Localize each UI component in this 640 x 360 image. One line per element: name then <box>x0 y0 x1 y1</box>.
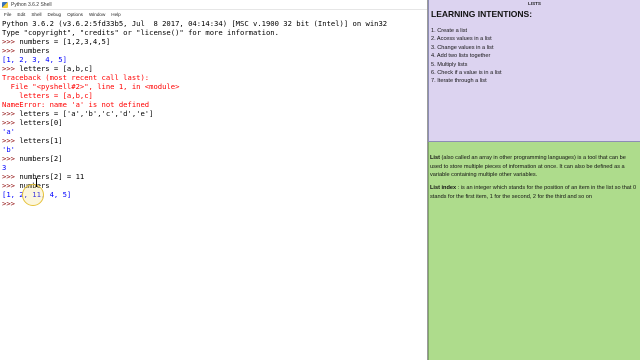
window-title: Python 3.6.2 Shell <box>11 1 52 8</box>
shell-input: letters[1] <box>19 136 63 145</box>
shell-prompt: >>> <box>2 109 20 118</box>
python-icon <box>2 1 8 8</box>
shell-prompt: >>> <box>2 37 20 46</box>
shell-line: >>> letters = [a,b,c] <box>2 64 428 73</box>
shell-line: Traceback (most recent call last): <box>2 73 428 82</box>
python-shell-window: Python 3.6.2 Shell File Edit Shell Debug… <box>0 0 428 360</box>
shell-line: >>> <box>2 199 428 208</box>
shell-input: letters = ['a','b','c','d','e'] <box>19 109 154 118</box>
shell-output: Type "copyright", "credits" or "license(… <box>2 28 279 37</box>
objective-item: 2. Access values in a list <box>431 36 492 43</box>
shell-output: [1, 2, 3, 4, 5] <box>2 55 67 64</box>
shell-prompt: >>> <box>2 64 20 73</box>
shell-output: 3 <box>2 163 7 172</box>
menu-help[interactable]: Help <box>111 12 120 17</box>
objectives-list: 1. Create a list 2. Access values in a l… <box>431 27 636 86</box>
shell-line: >>> letters[0] <box>2 118 428 127</box>
topic-title: LISTS <box>527 1 542 6</box>
title-bar: Python 3.6.2 Shell <box>0 0 427 10</box>
shell-line: >>> numbers <box>2 181 428 190</box>
objective-item: 3. Change values in a list <box>431 44 494 51</box>
shell-error: letters = [a,b,c] <box>2 91 93 100</box>
objective-item: 5. Multiply lists <box>431 61 468 68</box>
shell-line: >>> letters[1] <box>2 136 428 145</box>
shell-prompt: >>> <box>2 136 20 145</box>
shell-line: 'a' <box>2 127 428 136</box>
shell-prompt: >>> <box>2 154 20 163</box>
objective-item: 1. Create a list <box>431 28 468 34</box>
menu-window[interactable]: Window <box>89 12 105 17</box>
list-definition-text: (also called an array in other programmi… <box>430 155 626 179</box>
shell-line: NameError: name 'a' is not defined <box>2 100 428 109</box>
list-index-term: List index <box>430 185 457 191</box>
menu-shell[interactable]: Shell <box>31 12 41 17</box>
text-cursor-icon <box>36 178 37 187</box>
list-definition: List (also called an array in other prog… <box>430 154 638 180</box>
objective-item: 4. Add two lists together <box>431 53 491 60</box>
shell-line: >>> numbers <box>2 46 428 55</box>
shell-input: letters[0] <box>19 118 63 127</box>
shell-line: 'b' <box>2 145 428 154</box>
shell-output: 'a' <box>2 127 15 136</box>
shell-line: >>> letters = ['a','b','c','d','e'] <box>2 109 428 118</box>
shell-input: numbers <box>19 46 50 55</box>
shell-line: [1, 2, 11, 4, 5] <box>2 190 428 199</box>
shell-output: 'b' <box>2 145 15 154</box>
shell-prompt: >>> <box>2 46 20 55</box>
definitions-box: List (also called an array in other prog… <box>428 142 640 360</box>
menu-file[interactable]: File <box>4 12 11 17</box>
shell-prompt: >>> <box>2 172 20 181</box>
shell-line: 3 <box>2 163 428 172</box>
mouse-highlight-icon <box>22 184 44 206</box>
list-index-definition-text: : is an integer which stands for the pos… <box>430 185 637 200</box>
shell-input: letters = [a,b,c] <box>19 64 93 73</box>
shell-prompt: >>> <box>2 199 20 208</box>
shell-error: Traceback (most recent call last): <box>2 73 150 82</box>
shell-line: >>> numbers = [1,2,3,4,5] <box>2 37 428 46</box>
menu-edit[interactable]: Edit <box>17 12 25 17</box>
shell-prompt: >>> <box>2 118 20 127</box>
shell-prompt: >>> <box>2 181 20 190</box>
shell-input: numbers = [1,2,3,4,5] <box>19 37 111 46</box>
objective-item: 7. Iterate through a list <box>431 78 487 85</box>
lesson-panel: LISTS LEARNING INTENTIONS: 1. Create a l… <box>428 0 640 360</box>
list-index-definition: List index : is an integer which stands … <box>430 184 638 201</box>
shell-editor[interactable]: Python 3.6.2 (v3.6.2:5fd33b5, Jul 8 2017… <box>0 18 428 360</box>
objectives-heading: LEARNING INTENTIONS: <box>431 9 533 19</box>
shell-line: letters = [a,b,c] <box>2 91 428 100</box>
shell-line: >>> numbers[2] = 11 <box>2 172 428 181</box>
shell-output: Python 3.6.2 (v3.6.2:5fd33b5, Jul 8 2017… <box>2 19 388 28</box>
menu-debug[interactable]: Debug <box>48 12 62 17</box>
shell-line: Python 3.6.2 (v3.6.2:5fd33b5, Jul 8 2017… <box>2 19 428 28</box>
learning-intentions-box: LISTS LEARNING INTENTIONS: 1. Create a l… <box>428 0 640 142</box>
menu-bar: File Edit Shell Debug Options Window Hel… <box>0 10 427 18</box>
shell-input: numbers[2] <box>19 154 63 163</box>
objective-item: 6. Check if a value is in a list <box>431 70 502 77</box>
shell-input: numbers[2] = 11 <box>19 172 85 181</box>
shell-line: [1, 2, 3, 4, 5] <box>2 55 428 64</box>
shell-error: NameError: name 'a' is not defined <box>2 100 150 109</box>
shell-line: >>> numbers[2] <box>2 154 428 163</box>
shell-line: File "<pyshell#2>", line 1, in <module> <box>2 82 428 91</box>
shell-error: File "<pyshell#2>", line 1, in <module> <box>2 82 180 91</box>
shell-line: Type "copyright", "credits" or "license(… <box>2 28 428 37</box>
list-term: List <box>430 155 440 161</box>
menu-options[interactable]: Options <box>67 12 83 17</box>
